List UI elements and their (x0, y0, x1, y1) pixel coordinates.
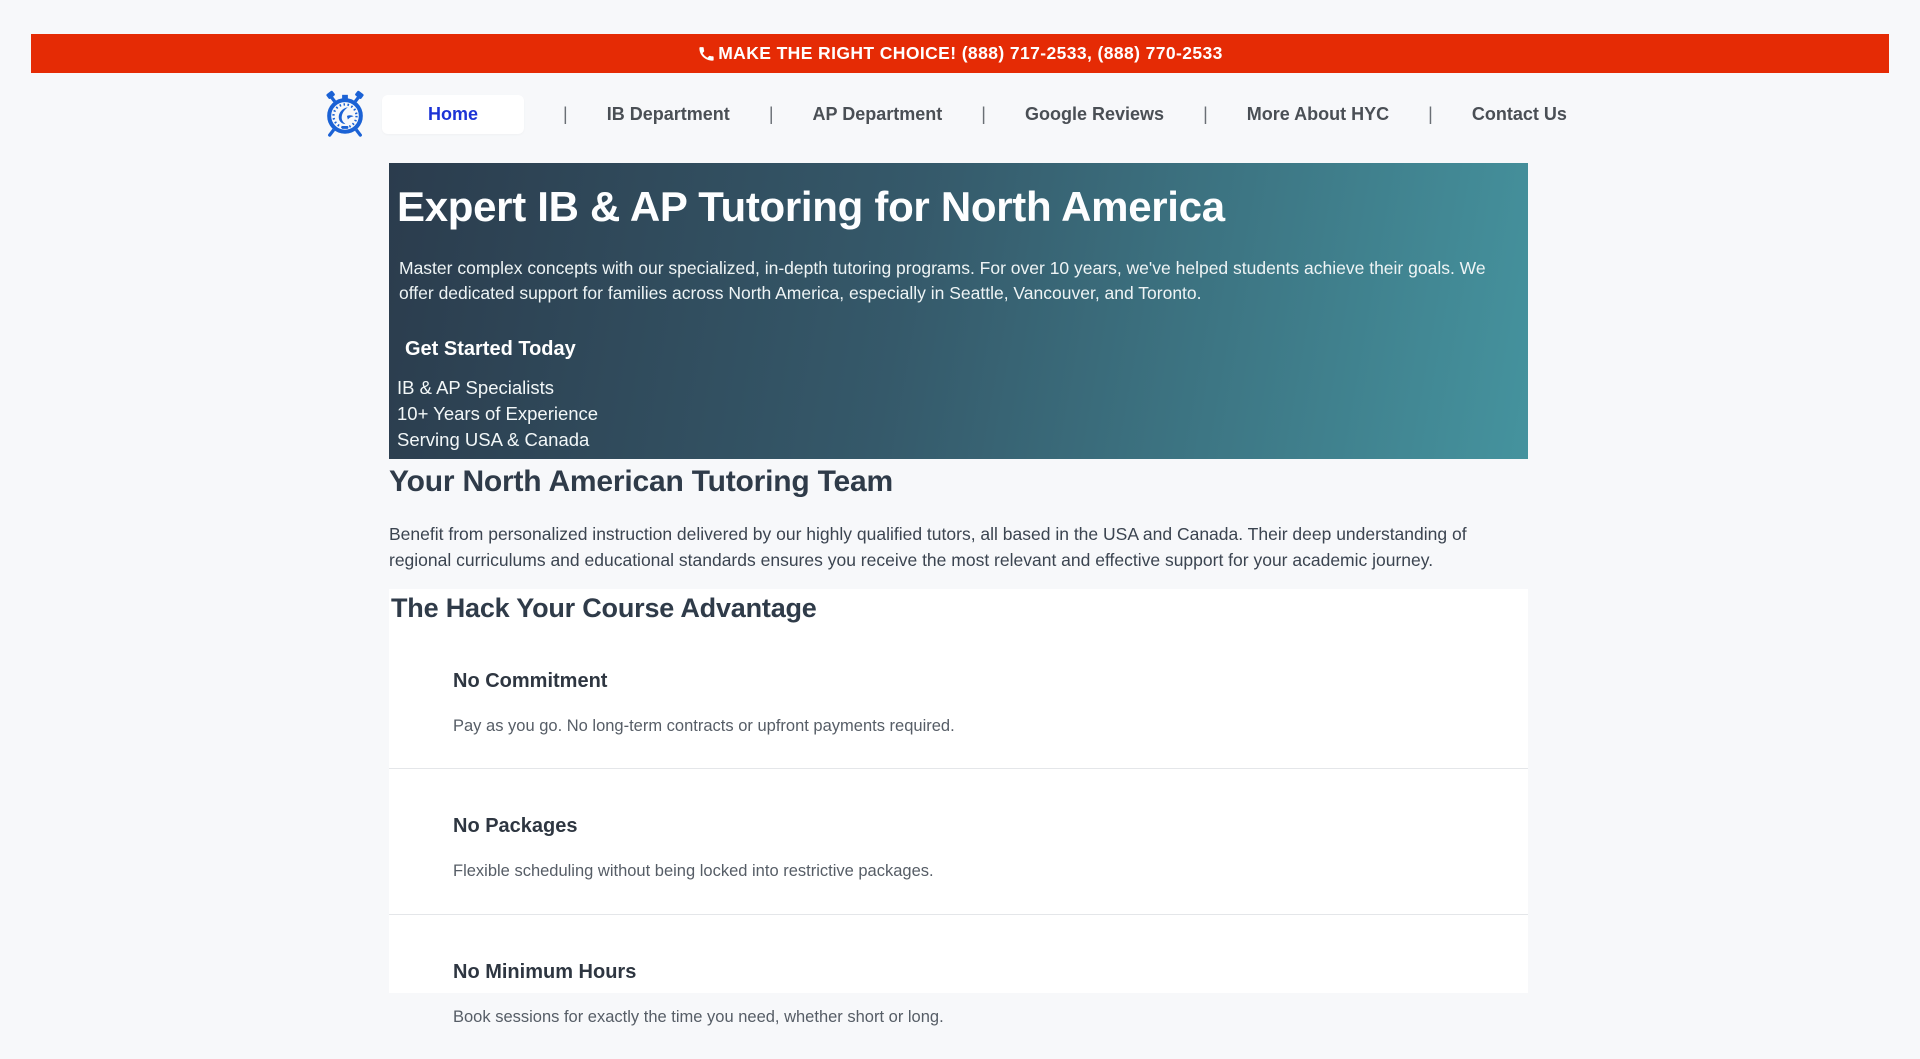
nav-item-google-reviews[interactable]: Google Reviews (1025, 104, 1164, 125)
nav-item-home[interactable]: Home (382, 95, 524, 134)
hero-bullet: 10+ Years of Experience (397, 401, 1508, 427)
phone-banner: MAKE THE RIGHT CHOICE! (888) 717-2533, (… (31, 34, 1889, 73)
stopwatch-logo-icon (322, 88, 368, 140)
hero-section: Expert IB & AP Tutoring for North Americ… (389, 163, 1528, 459)
nav-links: Home | IB Department | AP Department | G… (382, 95, 1567, 134)
advantage-item-no-commitment: No Commitment Pay as you go. No long-ter… (389, 624, 1528, 769)
advantage-item-description: Pay as you go. No long-term contracts or… (453, 716, 1528, 737)
advantage-section: The Hack Your Course Advantage No Commit… (389, 589, 1528, 993)
advantage-item-description: Flexible scheduling without being locked… (453, 861, 1528, 882)
hero-bullet-list: IB & AP Specialists 10+ Years of Experie… (397, 375, 1508, 453)
main-navbar: Home | IB Department | AP Department | G… (322, 88, 1567, 140)
nav-separator: | (981, 104, 986, 125)
hero-title: Expert IB & AP Tutoring for North Americ… (397, 182, 1508, 232)
team-section-description: Benefit from personalized instruction de… (389, 521, 1499, 573)
advantage-item-title: No Minimum Hours (453, 961, 1528, 984)
advantage-item-description: Book sessions for exactly the time you n… (453, 1007, 1528, 1028)
advantage-item-no-minimum-hours: No Minimum Hours Book sessions for exact… (389, 915, 1528, 1059)
banner-text: MAKE THE RIGHT CHOICE! (888) 717-2533, (… (718, 43, 1223, 64)
nav-separator: | (769, 104, 774, 125)
team-section-title: Your North American Tutoring Team (389, 465, 1534, 499)
nav-item-more-about-hyc[interactable]: More About HYC (1247, 104, 1389, 125)
advantage-item-title: No Packages (453, 815, 1528, 838)
get-started-button[interactable]: Get Started Today (405, 338, 576, 361)
nav-separator: | (1203, 104, 1208, 125)
advantage-item-no-packages: No Packages Flexible scheduling without … (389, 769, 1528, 914)
team-section: Your North American Tutoring Team Benefi… (389, 465, 1534, 573)
nav-separator: | (563, 104, 568, 125)
hero-bullet: Serving USA & Canada (397, 427, 1508, 453)
nav-item-contact-us[interactable]: Contact Us (1472, 104, 1567, 125)
nav-item-ib-department[interactable]: IB Department (607, 104, 730, 125)
nav-item-ap-department[interactable]: AP Department (813, 104, 943, 125)
hyc-logo[interactable] (322, 88, 368, 140)
hero-bullet: IB & AP Specialists (397, 375, 1508, 401)
advantage-item-title: No Commitment (453, 670, 1528, 693)
phone-icon (697, 44, 716, 63)
hero-description: Master complex concepts with our special… (399, 256, 1494, 307)
nav-separator: | (1428, 104, 1433, 125)
advantage-section-title: The Hack Your Course Advantage (389, 591, 1528, 624)
